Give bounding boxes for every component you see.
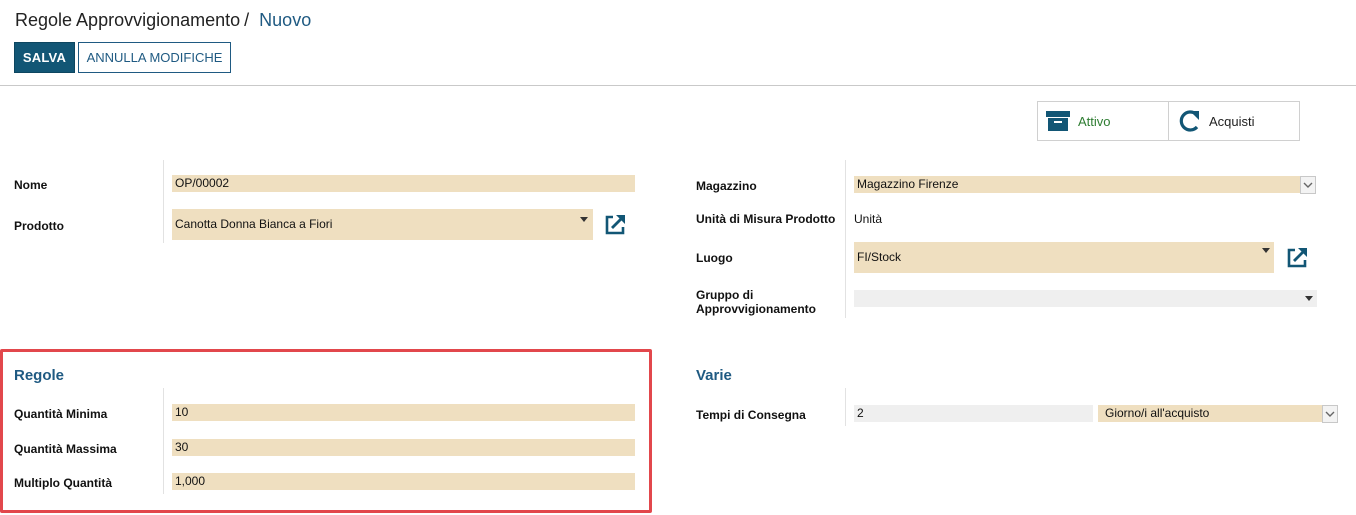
product-label: Prodotto: [14, 219, 64, 233]
breadcrumb-current: Nuovo: [259, 10, 312, 30]
name-label: Nome: [14, 178, 48, 192]
qty-multiple-field[interactable]: 1,000: [172, 473, 635, 490]
lead-time-unit-dropdown-button[interactable]: [1322, 405, 1338, 423]
uom-label: Unità di Misura Prodotto: [696, 212, 836, 226]
misc-section-title: Varie: [696, 367, 732, 384]
warehouse-select[interactable]: Magazzino Firenze: [854, 176, 1301, 193]
discard-changes-button[interactable]: ANNULLA MODIFICHE: [78, 42, 231, 73]
procurement-group-dropdown-caret[interactable]: [1305, 296, 1313, 301]
lead-time-label: Tempi di Consegna: [696, 408, 806, 422]
min-qty-field[interactable]: 10: [172, 404, 635, 421]
save-button[interactable]: SALVA: [14, 42, 75, 73]
purchase-label: Acquisti: [1209, 113, 1255, 129]
procurement-group-label: Gruppo di Approvvigionamento: [696, 288, 816, 316]
archive-icon: [1044, 107, 1072, 135]
breadcrumb: Regole Approvvigionamento / Nuovo: [15, 10, 311, 31]
active-toggle-button[interactable]: Attivo: [1037, 101, 1169, 141]
external-link-icon[interactable]: [1285, 246, 1309, 270]
procurement-group-label-line2: Approvvigionamento: [696, 302, 817, 316]
purchase-button[interactable]: Acquisti: [1168, 101, 1300, 141]
product-select[interactable]: Canotta Donna Bianca a Fiori: [172, 209, 593, 240]
product-value: Canotta Donna Bianca a Fiori: [175, 217, 333, 231]
warehouse-value: Magazzino Firenze: [857, 177, 959, 191]
procurement-group-label-line1: Gruppo di: [696, 288, 754, 302]
misc-column-divider: [845, 388, 846, 426]
header-divider: [0, 85, 1356, 86]
lead-time-field[interactable]: 2: [854, 405, 1093, 422]
right-column-divider: [845, 160, 846, 318]
rules-section-title: Regole: [14, 367, 65, 384]
procurement-group-select[interactable]: [854, 290, 1317, 307]
warehouse-dropdown-button[interactable]: [1300, 176, 1316, 194]
lead-time-unit-value: Giorno/i all'acquisto: [1105, 406, 1210, 420]
max-qty-label: Quantità Massima: [14, 442, 117, 456]
location-select[interactable]: FI/Stock: [854, 242, 1274, 273]
active-label: Attivo: [1078, 113, 1111, 129]
location-label: Luogo: [696, 251, 733, 265]
breadcrumb-separator: /: [244, 10, 250, 30]
warehouse-label: Magazzino: [696, 179, 757, 193]
max-qty-field[interactable]: 30: [172, 439, 635, 456]
location-value: FI/Stock: [857, 250, 902, 264]
location-dropdown-caret[interactable]: [1262, 248, 1270, 253]
breadcrumb-parent[interactable]: Regole Approvvigionamento: [15, 10, 240, 30]
lead-time-unit-select[interactable]: Giorno/i all'acquisto: [1098, 405, 1322, 422]
rules-column-divider: [163, 388, 164, 494]
name-field[interactable]: OP/00002: [172, 175, 635, 192]
uom-value: Unità: [854, 212, 883, 226]
external-link-icon[interactable]: [603, 213, 627, 237]
min-qty-label: Quantità Minima: [14, 407, 108, 421]
left-column-divider: [163, 160, 164, 243]
refresh-icon: [1175, 107, 1203, 135]
product-dropdown-caret[interactable]: [580, 217, 588, 222]
qty-multiple-label: Multiplo Quantità: [14, 476, 112, 490]
